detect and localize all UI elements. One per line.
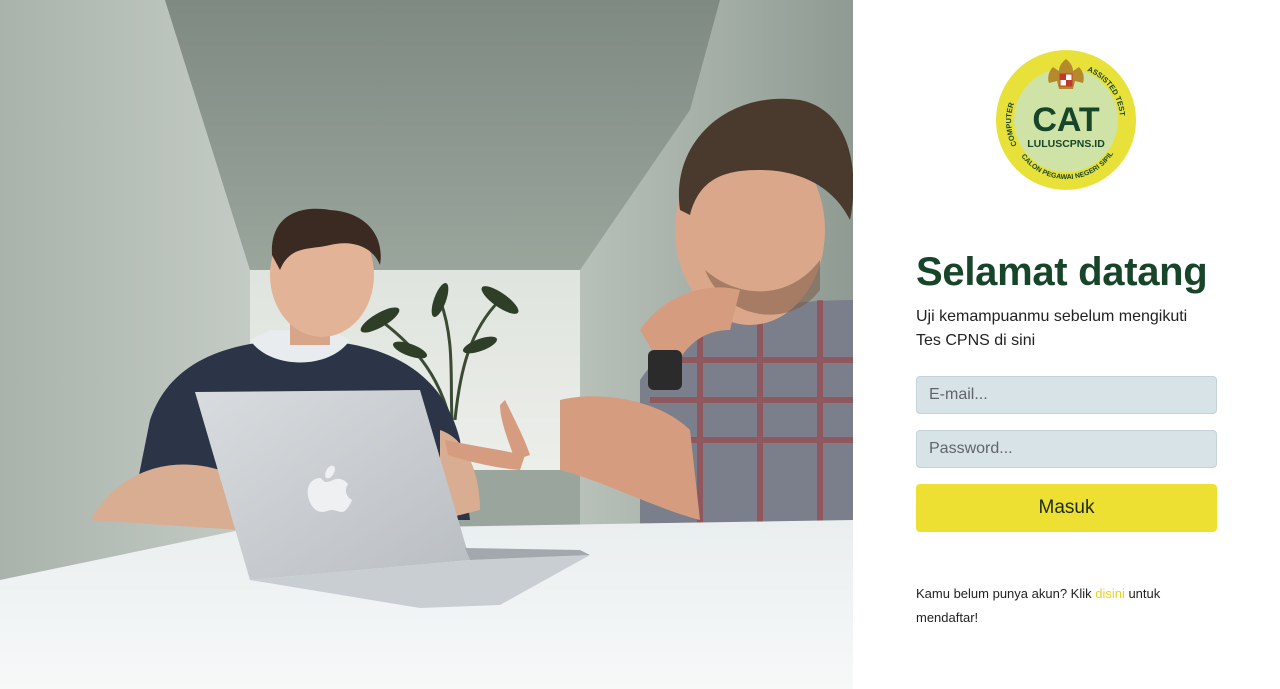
hero-image [0, 0, 853, 689]
cat-logo: CAT LULUSCPNS.ID COMPUTER ASSISTED TEST … [995, 49, 1137, 191]
login-panel: CAT LULUSCPNS.ID COMPUTER ASSISTED TEST … [853, 0, 1280, 689]
login-page: CAT LULUSCPNS.ID COMPUTER ASSISTED TEST … [0, 0, 1280, 689]
welcome-subheading: Uji kemampuanmu sebelum mengikuti Tes CP… [916, 308, 1188, 349]
password-input[interactable] [916, 430, 1217, 468]
login-button[interactable]: Masuk [916, 484, 1217, 532]
register-prefix-text: Kamu belum punya akun? Klik [916, 586, 1096, 601]
logo-site-text: LULUSCPNS.ID [1027, 138, 1105, 150]
logo-main-text: CAT [1032, 101, 1100, 139]
register-prompt: Kamu belum punya akun? Klik disini untuk… [916, 582, 1206, 630]
email-input[interactable] [916, 376, 1217, 414]
register-link[interactable]: disini [1095, 586, 1125, 601]
welcome-heading: Selamat datang [916, 250, 1208, 294]
